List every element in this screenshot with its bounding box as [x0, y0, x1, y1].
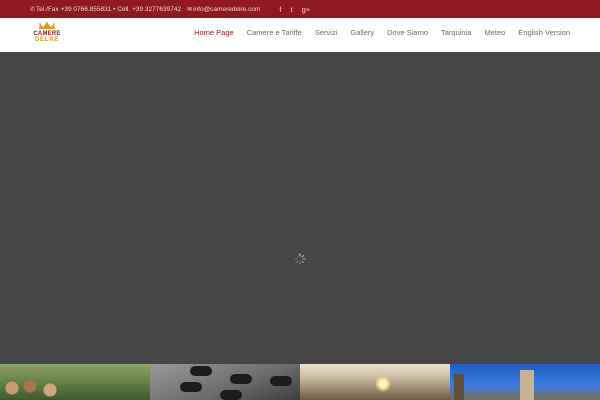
- nav-gallery[interactable]: Gallery: [350, 28, 374, 37]
- contact-email[interactable]: ✉ info@cameredelre.com: [187, 6, 260, 13]
- thumbnail-town-tower[interactable]: [450, 364, 600, 400]
- loading-spinner-icon: [294, 252, 306, 265]
- email-text[interactable]: info@cameredelre.com: [193, 6, 260, 13]
- site-logo[interactable]: CAMERE DELRE: [32, 22, 62, 48]
- crown-icon: [38, 22, 56, 30]
- hero-slider: [0, 52, 600, 364]
- logo-text-delre: DELRE: [34, 37, 60, 43]
- phone-icon: ✆: [30, 6, 36, 13]
- nav-english-version[interactable]: English Version: [518, 28, 570, 37]
- social-links: f t g+: [270, 5, 310, 14]
- envelope-icon: ✉: [187, 6, 193, 13]
- nav-home-page[interactable]: Home Page: [194, 28, 234, 37]
- nav-servizi[interactable]: Servizi: [315, 28, 338, 37]
- nav-camere-e-tariffe[interactable]: Camere e Tariffe: [247, 28, 302, 37]
- main-navigation: Home Page Camere e Tariffe Servizi Galle…: [181, 18, 570, 46]
- thumbnail-group-photo[interactable]: [0, 364, 150, 400]
- main-header: CAMERE DELRE Home Page Camere e Tariffe …: [0, 18, 600, 52]
- googleplus-icon[interactable]: g+: [302, 5, 311, 14]
- contact-phone: ✆ Tel./Fax +39 0766.855831 • Cell. +39 3…: [30, 6, 181, 13]
- phone-text: Tel./Fax +39 0766.855831 • Cell. +39 327…: [36, 5, 182, 13]
- thumbnail-room-interior[interactable]: [300, 364, 450, 400]
- nav-dove-siamo[interactable]: Dove Siamo: [387, 28, 428, 37]
- facebook-icon[interactable]: f: [279, 5, 281, 14]
- thumbnail-strip: [0, 364, 600, 400]
- nav-meteo[interactable]: Meteo: [484, 28, 505, 37]
- top-bar: ✆ Tel./Fax +39 0766.855831 • Cell. +39 3…: [0, 0, 600, 18]
- twitter-icon[interactable]: t: [290, 5, 292, 14]
- thumbnail-phone-keypad[interactable]: [150, 364, 300, 400]
- nav-tarquinia[interactable]: Tarquinia: [441, 28, 471, 37]
